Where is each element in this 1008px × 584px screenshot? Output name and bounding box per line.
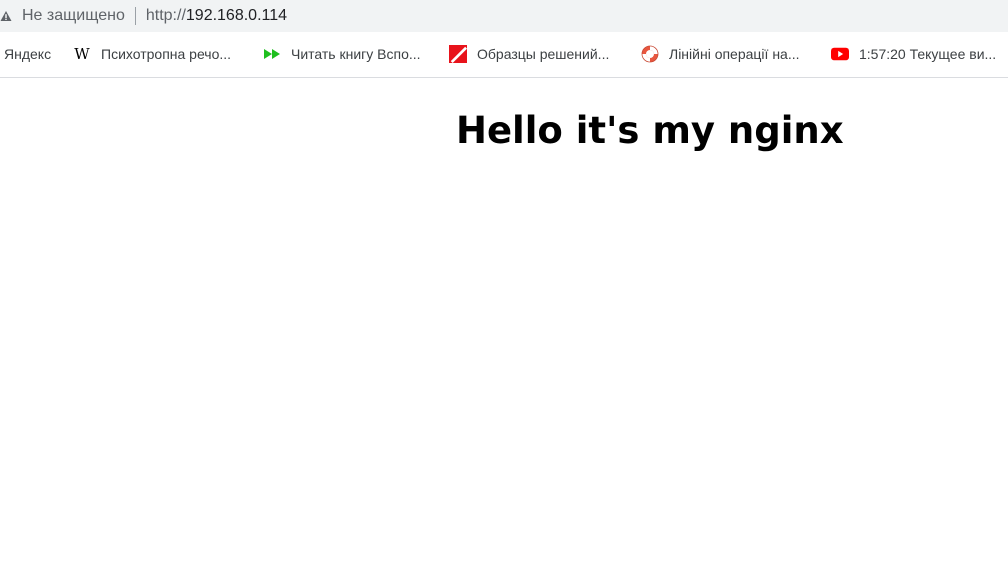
- bookmark-solution-samples[interactable]: Образцы решений...: [449, 40, 609, 68]
- youtube-icon: [831, 45, 849, 63]
- bookmark-read-book[interactable]: Читать книгу Вспо...: [263, 40, 421, 68]
- bookmark-label: Психотропна речо...: [101, 46, 232, 62]
- red-square-slash-icon: [449, 45, 467, 64]
- bookmark-youtube-video[interactable]: 1:57:20 Текущее ви...: [831, 40, 996, 68]
- bookmark-yandex[interactable]: Яндекс: [4, 40, 51, 68]
- security-status-text[interactable]: Не защищено: [22, 7, 125, 25]
- page-content: Hello it's my nginx: [0, 78, 1008, 584]
- bookmark-label: 1:57:20 Текущее ви...: [859, 46, 997, 62]
- page-heading: Hello it's my nginx: [456, 109, 844, 152]
- address-bar[interactable]: Не защищено http://192.168.0.114: [0, 0, 1008, 32]
- address-separator: [134, 7, 136, 25]
- bookmark-label: Яндекс: [4, 46, 52, 62]
- url-scheme: http://: [145, 7, 186, 24]
- green-fast-forward-icon: [263, 45, 281, 63]
- warning-triangle-icon[interactable]: [0, 10, 12, 22]
- wikipedia-icon: W: [73, 45, 91, 63]
- bookmark-label: Лінійні операції на...: [669, 46, 800, 62]
- bookmark-psychotropic[interactable]: W Психотропна речо...: [73, 40, 231, 68]
- lifebuoy-icon: [641, 45, 659, 63]
- bookmarks-bar: Яндекс W Психотропна речо... Читать книг…: [0, 32, 1008, 78]
- url-text[interactable]: http://192.168.0.114: [146, 7, 287, 25]
- browser-window: Не защищено http://192.168.0.114 Яндекс …: [0, 0, 1008, 584]
- url-host: 192.168.0.114: [185, 7, 288, 24]
- bookmark-linear-operations[interactable]: Лінійні операції на...: [641, 40, 800, 68]
- bookmark-label: Читать книгу Вспо...: [291, 46, 421, 62]
- bookmark-label: Образцы решений...: [477, 46, 610, 62]
- svg-text:W: W: [74, 45, 90, 63]
